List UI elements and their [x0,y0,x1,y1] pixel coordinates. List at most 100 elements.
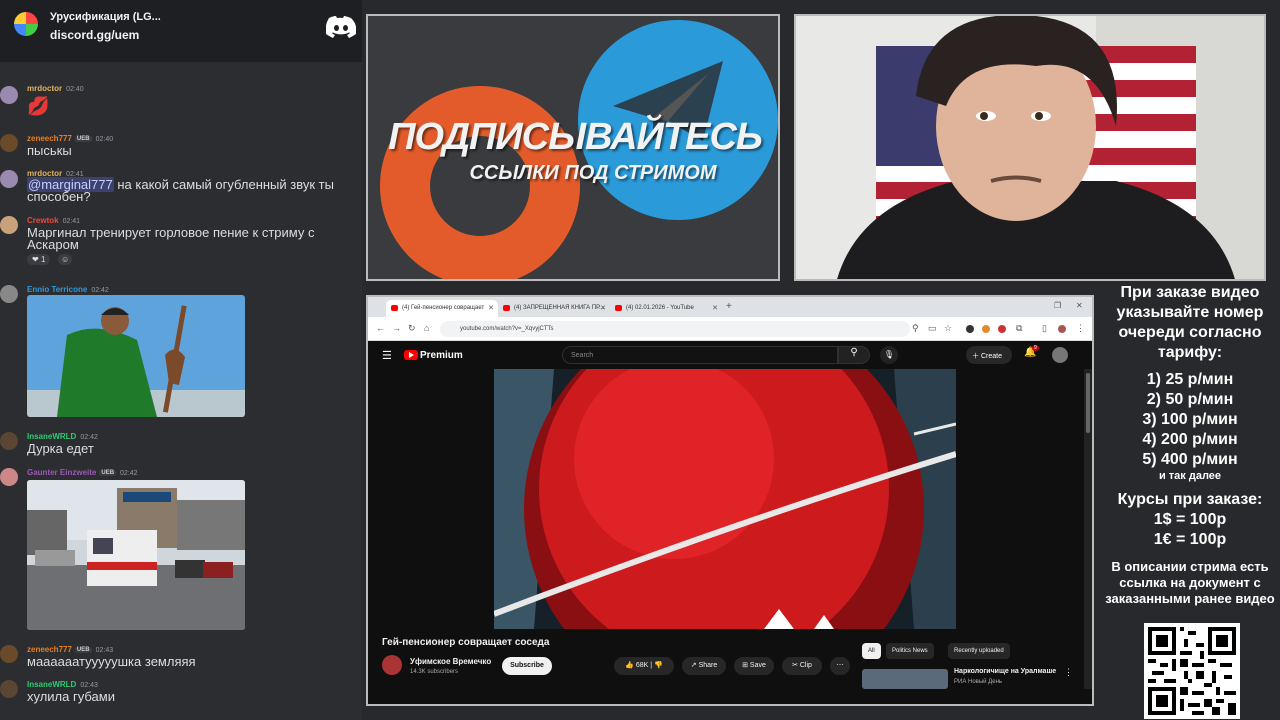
user-avatar[interactable] [0,134,18,152]
like-button[interactable]: 👍 68K | 👎 [614,657,674,675]
rate-item: 1$ = 100р [1153,511,1227,528]
user-avatar[interactable] [0,285,18,303]
account-avatar[interactable] [1052,347,1068,363]
search-icon[interactable]: ⚲ [838,346,870,364]
username[interactable]: InsaneWRLD 02:43 [27,680,98,689]
message-text: хулила губами [27,689,115,704]
close-window-icon[interactable]: ✕ [1076,301,1083,310]
youtube-page: ☰ Premium Search ⚲ 🎙 ＋ Create 🔔 9 Гей-пе… [368,341,1092,704]
extension-icon[interactable] [998,325,1006,333]
more-actions-icon[interactable]: ⋯ [830,657,850,675]
hamburger-menu-icon[interactable]: ☰ [382,349,392,362]
timestamp: 02:40 [95,136,114,143]
profile-icon[interactable] [1058,325,1066,333]
message-text: Дурка едет [27,441,94,456]
tier-item: 4) 200 р/мин [1142,431,1238,448]
webcam-feed [794,14,1266,281]
scrollbar-thumb[interactable] [1086,373,1090,433]
bookmark-star-icon[interactable]: ☆ [944,323,952,334]
recommended-thumbnail[interactable] [862,669,948,689]
close-tab-icon[interactable]: ✕ [600,304,606,312]
extensions-puzzle-icon[interactable]: ⧉ [1016,323,1022,334]
timestamp: 02:43 [80,682,98,689]
attached-image[interactable] [27,295,245,417]
close-tab-icon[interactable]: ✕ [712,304,718,312]
username[interactable]: InsaneWRLD 02:42 [27,432,98,441]
rates-heading: Курсы при заказе: [1117,491,1263,508]
filter-chip-recent[interactable]: Recently uploaded [948,643,1010,659]
recommended-title[interactable]: Наркологичище на Уралмаше [954,668,1056,675]
pricing-heading: При заказе видео указывайте номер очеред… [1116,284,1264,361]
user-avatar[interactable] [0,680,18,698]
back-icon[interactable]: ← [376,323,385,333]
page-scrollbar[interactable] [1084,369,1092,689]
user-avatar[interactable] [0,432,18,450]
timestamp: 02:40 [66,86,84,93]
create-button[interactable]: ＋ Create [966,346,1012,364]
browser-tab[interactable]: (4) 02.01.2026 - YouTube ✕ [610,300,722,317]
username[interactable]: Crewtok 02:41 [27,216,80,225]
voice-search-mic-icon[interactable]: 🎙 [880,346,898,364]
video-title: Гей-пенсионер совращает соседа [382,637,550,648]
clip-button[interactable]: ✂ Clip [782,657,822,675]
username[interactable]: Gaunter Einzweite UEB 02:42 [27,468,138,477]
reload-icon[interactable]: ↻ [408,323,416,334]
youtube-search-input[interactable]: Search [562,346,838,364]
role-badge: UEB [99,469,117,476]
extension-icon[interactable] [966,325,974,333]
home-icon[interactable]: ⌂ [424,323,429,333]
close-tab-icon[interactable]: ✕ [488,304,494,312]
stream-layout: Урусификация (LG... discord.gg/uem mrdoc… [0,0,1280,720]
forward-icon[interactable]: → [392,323,401,333]
sidebar-icon[interactable]: ▯ [1042,323,1047,334]
message-reaction[interactable]: ❤ 1 [27,254,51,265]
user-avatar[interactable] [0,86,18,104]
share-button[interactable]: ↗ Share [682,657,726,675]
timestamp: 02:42 [91,287,109,294]
username[interactable]: Ennio Terricone 02:42 [27,285,109,294]
address-bar: ← → ↻ ⌂ youtube.com/watch?v=_XqvyjCTTs ⚲… [368,317,1092,341]
url-input[interactable]: youtube.com/watch?v=_XqvyjCTTs [440,321,910,337]
video-frame[interactable] [494,369,956,629]
username[interactable]: zeneech777 UEB 02:43 [27,645,113,654]
channel-name[interactable]: Уфимское Времечко [410,657,491,666]
timestamp: 02:42 [120,470,138,477]
user-avatar[interactable] [0,216,18,234]
username[interactable]: zeneech777 UEB 02:40 [27,134,113,143]
recommended-channel[interactable]: РИА Новый День [954,679,1002,685]
more-options-icon[interactable]: ⋮ [1064,667,1073,678]
message-text: @marginal777 на какой самый огубленный з… [27,177,334,204]
attached-image[interactable] [27,480,245,630]
video-player[interactable] [368,369,1084,629]
user-avatar[interactable] [0,170,18,188]
save-button[interactable]: ⊞ Save [734,657,774,675]
subscribe-button[interactable]: Subscribe [502,657,552,675]
filter-chip-all[interactable]: All [862,643,881,659]
discord-chat-panel: Урусификация (LG... discord.gg/uem mrdoc… [0,0,362,720]
channel-avatar[interactable] [382,655,402,675]
cast-icon[interactable]: ▭ [928,323,937,334]
browser-tab[interactable]: (4) ЗАПРЕЩЕННАЯ КНИГА ПР... ✕ [498,300,610,317]
youtube-tab-icon [391,305,398,311]
tier-item: 2) 50 р/мин [1146,391,1234,408]
server-icon[interactable] [14,12,38,36]
new-tab-button[interactable]: + [726,301,732,312]
username[interactable]: mrdoctor 02:40 [27,84,84,93]
maximize-icon[interactable]: ❐ [1054,301,1061,310]
extension-icon[interactable] [982,325,990,333]
server-name: Урусификация (LG... [50,11,161,23]
tier-item: 1) 25 р/мин [1146,371,1234,388]
zoom-icon[interactable]: ⚲ [912,323,919,334]
user-avatar[interactable] [0,468,18,486]
browser-menu-icon[interactable]: ⋮ [1076,323,1085,334]
subscriber-count: 14.3K subscribers [410,669,459,675]
pricing-panel: При заказе видео указывайте номер очеред… [1100,283,1280,720]
browser-tab[interactable]: (4) Гей-пенсионер совращает ✕ [386,300,498,317]
add-reaction-icon[interactable]: ☺ [58,254,73,265]
timestamp: 02:42 [80,434,98,441]
user-avatar[interactable] [0,645,18,663]
server-invite-link[interactable]: discord.gg/uem [50,28,139,42]
youtube-premium-logo[interactable]: Premium [404,350,463,361]
filter-chip-politics[interactable]: Politics News [886,643,934,659]
rate-item: 1€ = 100р [1153,531,1227,548]
